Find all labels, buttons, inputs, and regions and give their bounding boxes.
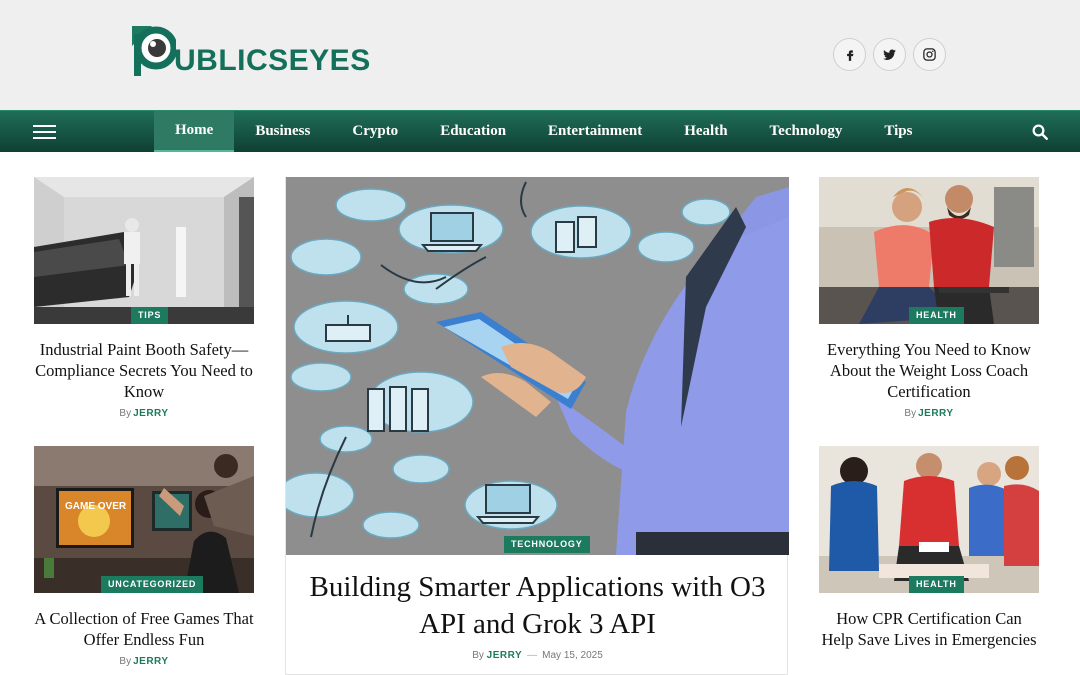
post-thumbnail-games[interactable]: GAME OVER UNCATEGORIZED: [34, 446, 254, 593]
social-links: [833, 38, 946, 71]
menu-icon[interactable]: [33, 125, 56, 139]
category-badge[interactable]: HEALTH: [909, 576, 964, 593]
main-navigation: Home Business Crypto Education Entertain…: [0, 110, 1080, 152]
author-link[interactable]: JERRY: [487, 650, 522, 661]
by-label: By: [904, 408, 917, 419]
game-over-text: GAME OVER: [65, 501, 127, 512]
post-card: TIPS Industrial Paint Booth Safety—Compl…: [34, 177, 254, 419]
featured-post-image[interactable]: TECHNOLOGY: [286, 177, 789, 555]
cloud-technology-image: [286, 177, 789, 555]
post-card: GAME OVER UNCATEGORIZED A Collection of …: [34, 446, 254, 667]
featured-post-byline: By JERRY — May 15, 2025: [286, 650, 789, 661]
nav-menu: Home Business Crypto Education Entertain…: [154, 111, 933, 152]
post-byline: By JERRY: [819, 408, 1039, 419]
logo-eye-icon: [132, 26, 176, 76]
post-byline: By JERRY: [34, 656, 254, 667]
nav-item-education[interactable]: Education: [419, 111, 527, 152]
site-logo[interactable]: UBLICSEYES: [130, 24, 370, 80]
nav-item-technology[interactable]: Technology: [749, 111, 864, 152]
post-date: May 15, 2025: [542, 650, 603, 661]
nav-item-business[interactable]: Business: [234, 111, 331, 152]
cpr-training-image: [819, 446, 1039, 593]
category-badge[interactable]: TIPS: [131, 307, 169, 324]
post-thumbnail-cpr[interactable]: HEALTH: [819, 446, 1039, 593]
search-icon[interactable]: [1031, 123, 1049, 141]
post-byline: By JERRY: [34, 408, 254, 419]
post-title[interactable]: How CPR Certification Can Help Save Live…: [819, 608, 1039, 650]
nav-item-home[interactable]: Home: [154, 111, 235, 152]
post-thumbnail-fitness[interactable]: HEALTH: [819, 177, 1039, 324]
nav-item-health[interactable]: Health: [663, 111, 748, 152]
nav-item-entertainment[interactable]: Entertainment: [527, 111, 663, 152]
nav-item-tips[interactable]: Tips: [863, 111, 933, 152]
by-label: By: [472, 650, 484, 661]
nav-item-crypto[interactable]: Crypto: [331, 111, 419, 152]
by-label: By: [119, 656, 132, 667]
category-badge[interactable]: UNCATEGORIZED: [101, 576, 204, 593]
author-link[interactable]: JERRY: [133, 656, 168, 667]
featured-post-title[interactable]: Building Smarter Applications with O3 AP…: [286, 569, 789, 643]
category-badge[interactable]: HEALTH: [909, 307, 964, 324]
instagram-icon[interactable]: [913, 38, 946, 71]
author-link[interactable]: JERRY: [918, 408, 953, 419]
site-header: UBLICSEYES: [0, 0, 1080, 110]
post-card: HEALTH How CPR Certification Can Help Sa…: [819, 446, 1039, 650]
post-thumbnail-paint-booth[interactable]: TIPS: [34, 177, 254, 324]
byline-separator: —: [527, 650, 538, 661]
facebook-icon[interactable]: [833, 38, 866, 71]
fitness-coaching-image: [819, 177, 1039, 324]
twitter-icon[interactable]: [873, 38, 906, 71]
by-label: By: [119, 408, 132, 419]
post-title[interactable]: A Collection of Free Games That Offer En…: [34, 608, 254, 650]
author-link[interactable]: JERRY: [133, 408, 168, 419]
featured-post: TECHNOLOGY Building Smarter Applications…: [285, 177, 789, 675]
post-card: HEALTH Everything You Need to Know About…: [819, 177, 1039, 419]
paint-booth-image: [34, 177, 254, 324]
logo-wordmark: UBLICSEYES: [174, 44, 371, 77]
category-badge[interactable]: TECHNOLOGY: [504, 536, 590, 553]
post-title[interactable]: Everything You Need to Know About the We…: [819, 339, 1039, 402]
gaming-image: GAME OVER: [34, 446, 254, 593]
post-title[interactable]: Industrial Paint Booth Safety—Compliance…: [34, 339, 254, 402]
